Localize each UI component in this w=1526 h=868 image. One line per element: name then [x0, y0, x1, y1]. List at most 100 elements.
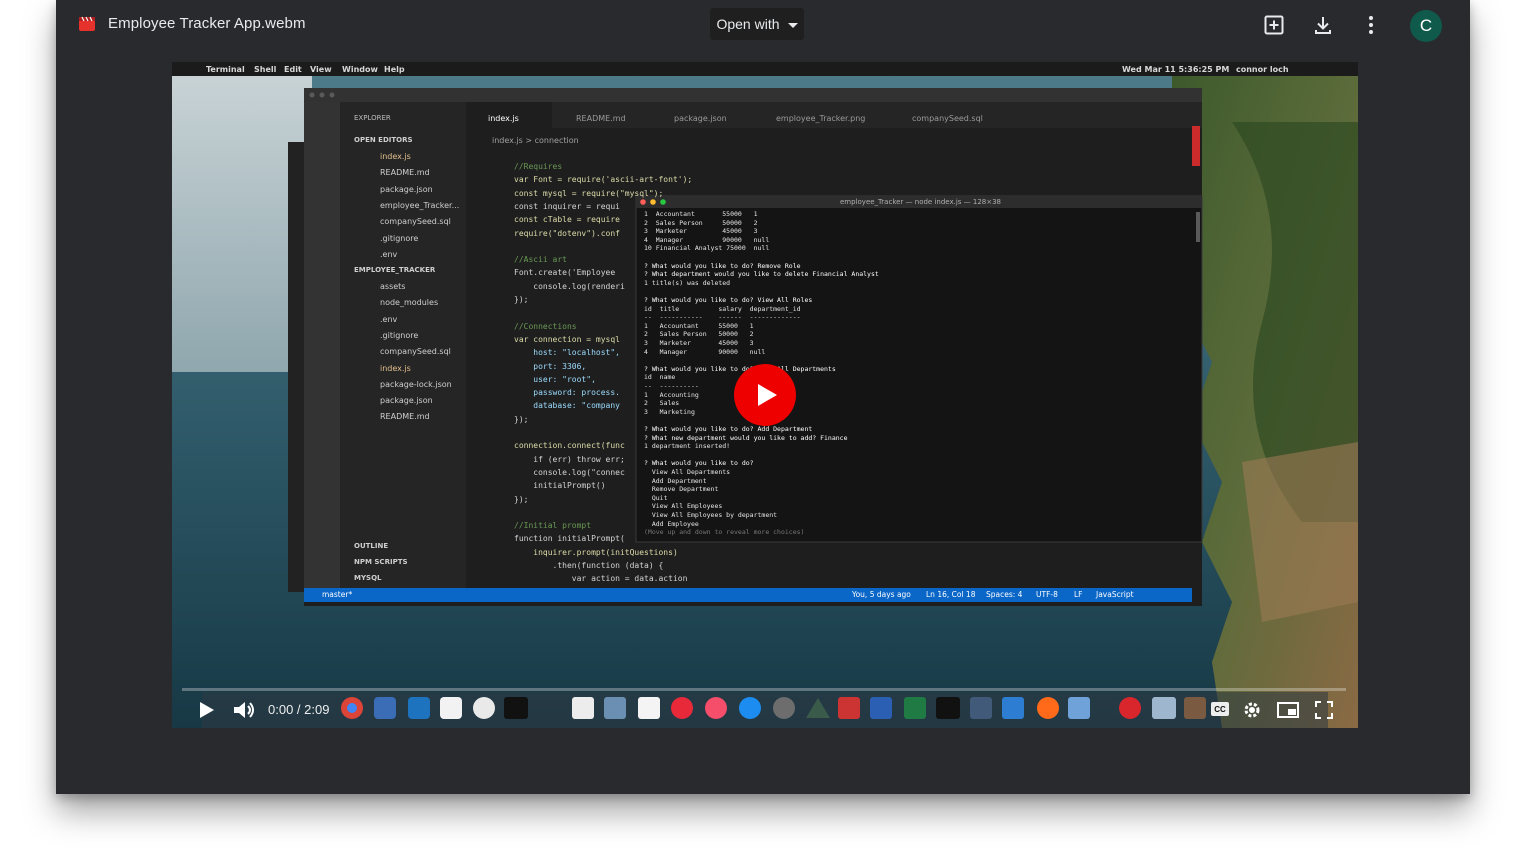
- mac-menu-edit: Edit: [284, 65, 302, 74]
- code-line: var action = data.action: [514, 574, 688, 584]
- code-line: const cTable = require: [514, 215, 620, 225]
- account-avatar[interactable]: C: [1410, 10, 1442, 42]
- miniplayer-icon[interactable]: [1276, 700, 1300, 720]
- terminal-line: 2 Sales: [644, 399, 680, 408]
- code-line: password: process.: [514, 388, 620, 398]
- terminal-line: 1 Accountant 55000 1: [644, 321, 754, 330]
- terminal-line: ? What would you like to do? Add Departm…: [644, 425, 813, 433]
- code-line: inquirer.prompt(initQuestions): [514, 547, 678, 557]
- code-line: console.log("connec: [514, 467, 625, 477]
- play-overlay-button[interactable]: [734, 364, 796, 426]
- open-editor-item: companySeed.sql: [380, 217, 451, 227]
- code-line: user: "root",: [514, 374, 596, 384]
- code-line: port: 3306,: [514, 361, 587, 371]
- editor-tab-png: employee_Tracker.png: [776, 114, 866, 123]
- project-header: EMPLOYEE_TRACKER: [354, 266, 436, 274]
- terminal-line: (Move up and down to reveal more choices…: [644, 528, 805, 537]
- code-line: initialPrompt(): [514, 481, 606, 491]
- terminal-line: 4 Manager 90000 null: [644, 235, 770, 244]
- terminal-line: 2 Sales Person 50000 2: [644, 218, 758, 227]
- file-title: Employee Tracker App.webm: [108, 15, 306, 32]
- terminal-line: Add Department: [644, 476, 707, 485]
- add-to-drive-icon[interactable]: [1262, 13, 1286, 37]
- open-editor-item: README.md: [380, 168, 430, 178]
- terminal-line: ? What would you like to do? View All Ro…: [644, 296, 813, 304]
- editor-tab-index: index.js: [488, 114, 519, 123]
- code-line: });: [514, 494, 529, 504]
- progress-bar[interactable]: [182, 688, 1346, 691]
- video-file-icon: [79, 16, 95, 31]
- code-line: host: "localhost",: [514, 348, 620, 358]
- terminal-line: 2 Sales Person 50000 2: [644, 330, 754, 339]
- terminal-line: Quit: [644, 493, 668, 502]
- open-with-label: Open with: [716, 16, 780, 32]
- code-line: .then(function (data) {: [514, 561, 664, 570]
- editor-tab-readme: README.md: [576, 114, 626, 123]
- terminal-title: employee_Tracker — node index.js — 128×3…: [840, 198, 1001, 206]
- mac-dock: [341, 697, 1206, 719]
- terminal-line: 10 Financial Analyst 75000 null: [644, 244, 770, 253]
- code-line: //Ascii art: [514, 255, 567, 265]
- terminal-line: ? What would you like to do?: [644, 459, 754, 468]
- terminal-line: -- ----------- ------ -------------: [644, 313, 801, 322]
- terminal-line: ? What new department would you like to …: [644, 433, 848, 442]
- open-editor-item: .gitignore: [380, 233, 419, 243]
- project-file-item: assets: [380, 282, 406, 291]
- play-triangle-icon: [758, 384, 777, 406]
- code-line: function initialPrompt(: [514, 534, 625, 544]
- code-line: database: "company: [514, 401, 620, 411]
- fullscreen-icon[interactable]: [1314, 700, 1334, 720]
- code-line: const mysql = require("mysql");: [514, 188, 664, 198]
- code-line: });: [514, 295, 529, 304]
- explorer-title: EXPLORER: [354, 114, 391, 122]
- open-with-button[interactable]: Open with: [710, 8, 804, 40]
- project-file-item: README.md: [380, 412, 430, 422]
- terminal-line: -- ----------: [644, 382, 699, 390]
- preview-top-bar: Employee Tracker App.webm Open with C: [56, 0, 1470, 50]
- more-options-icon[interactable]: [1359, 13, 1383, 37]
- mac-user: connor loch: [1236, 65, 1289, 74]
- terminal-line: 1 Accountant 55000 1: [644, 210, 758, 218]
- status-blame: You, 5 days ago: [852, 590, 911, 599]
- terminal-line: View All Employees: [644, 502, 723, 511]
- project-file-item: .gitignore: [380, 330, 419, 340]
- terminal-line: 3 Marketing: [644, 407, 695, 416]
- editor-tab-sql: companySeed.sql: [912, 114, 983, 123]
- explorer-section-header: MYSQL: [354, 574, 382, 582]
- volume-icon[interactable]: [232, 700, 256, 720]
- settings-gear-icon[interactable]: [1242, 700, 1262, 720]
- project-file-item: .env: [380, 314, 398, 324]
- terminal-line: View All Departments: [644, 468, 731, 476]
- code-line: var Font = require('ascii-art-font');: [514, 175, 693, 185]
- mac-clock: Wed Mar 11 5:36:25 PM: [1122, 65, 1230, 74]
- dropdown-caret-icon: [787, 22, 798, 28]
- mac-menu-shell: Shell: [254, 65, 277, 74]
- editor-breadcrumb: index.js > connection: [492, 136, 579, 145]
- project-file-item: companySeed.sql: [380, 347, 451, 357]
- captions-button[interactable]: CC: [1211, 702, 1229, 716]
- code-line: var connection = mysql: [514, 334, 620, 344]
- terminal-line: 3 Marketer 45000 3: [644, 339, 754, 347]
- duration: 2:09: [304, 702, 330, 717]
- mac-menu-view: View: [310, 65, 332, 74]
- mac-menu-help: Help: [384, 65, 405, 74]
- terminal-line: 3 Marketer 45000 3: [644, 227, 758, 236]
- drive-preview-window: Employee Tracker App.webm Open with C Te…: [56, 0, 1470, 794]
- open-editor-item: index.js: [380, 152, 411, 161]
- video-player[interactable]: Terminal Shell Edit View Window Help Wed…: [172, 62, 1358, 728]
- editor-tab-package: package.json: [674, 114, 727, 123]
- code-line: //Connections: [514, 321, 577, 331]
- terminal-line: 1 Accounting: [644, 390, 699, 399]
- project-file-item: node_modules: [380, 298, 439, 308]
- terminal-line: Remove Department: [644, 485, 719, 494]
- mac-menu-terminal: Terminal: [206, 65, 245, 74]
- time-display: 0:00 / 2:09: [268, 702, 330, 717]
- open-editors-header: OPEN EDITORS: [354, 136, 413, 144]
- terminal-line: 4 Manager 90000 null: [644, 347, 766, 356]
- code-line: //Initial prompt: [514, 521, 592, 531]
- terminal-line: id name: [644, 373, 676, 382]
- download-icon[interactable]: [1311, 13, 1335, 37]
- play-icon[interactable]: [196, 700, 216, 720]
- status-encoding: UTF-8: [1036, 590, 1058, 599]
- code-line: const inquirer = requi: [514, 201, 620, 211]
